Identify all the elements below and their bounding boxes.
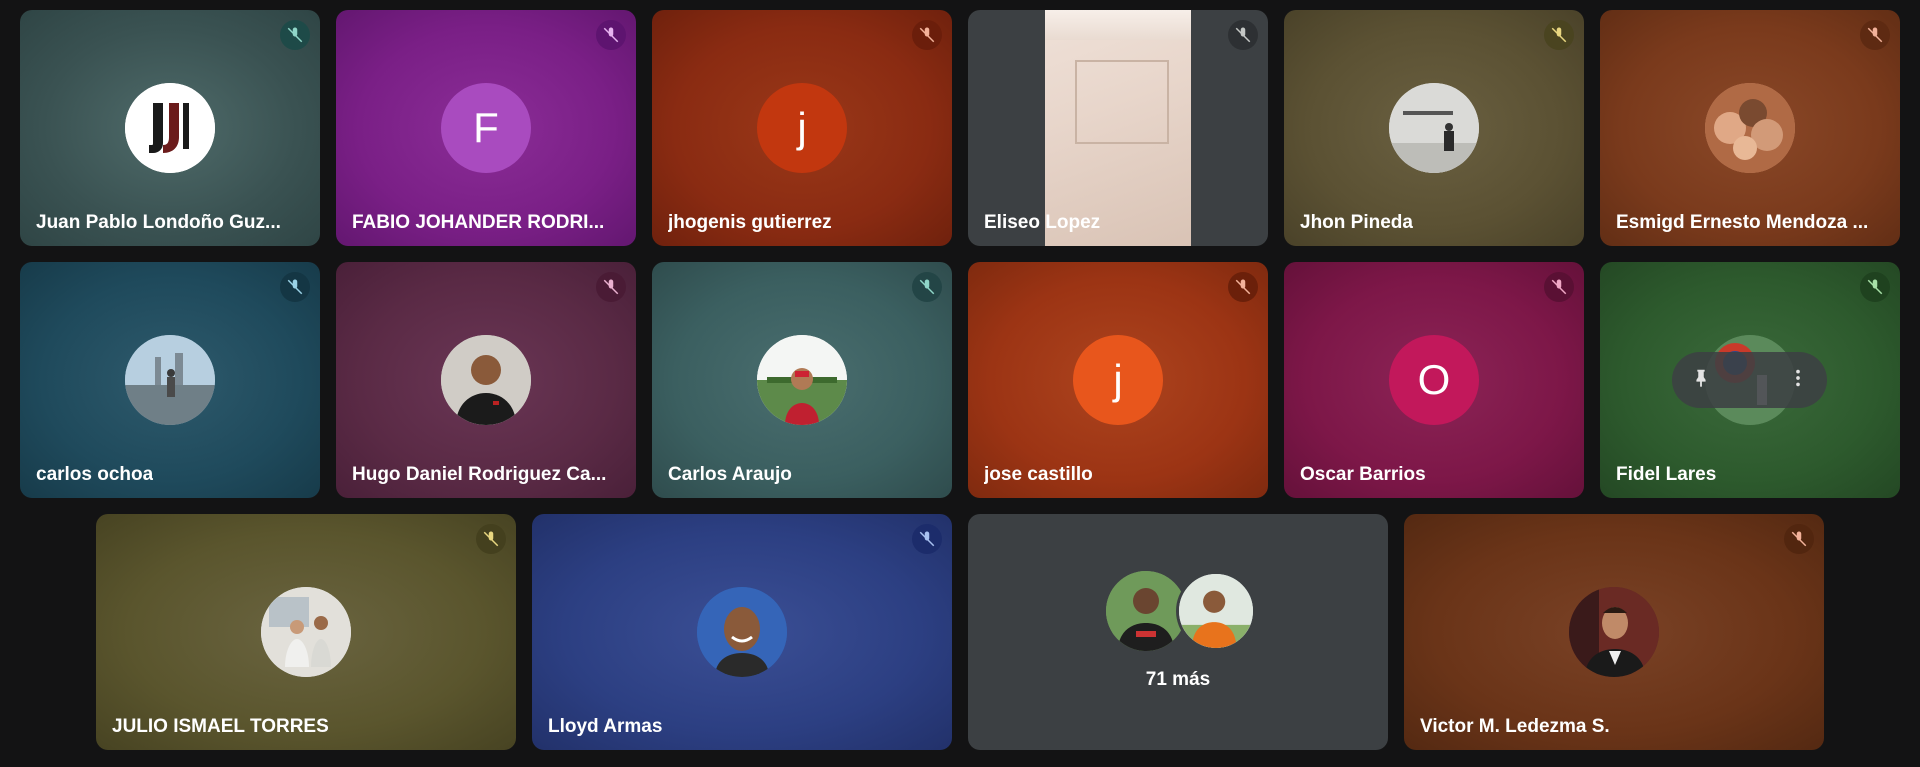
participant-tile[interactable]: Carlos Araujo — [652, 262, 952, 498]
video-feed-detail — [1045, 10, 1191, 40]
avatar — [261, 587, 351, 677]
participant-name: FABIO JOHANDER RODRI... — [352, 212, 605, 233]
avatar — [125, 335, 215, 425]
participant-name: Oscar Barrios — [1300, 464, 1426, 485]
participant-name: carlos ochoa — [36, 464, 154, 485]
avatar — [1106, 571, 1186, 651]
avatar: F — [441, 83, 531, 173]
participant-tile[interactable]: Esmigd Ernesto Mendoza ... — [1600, 10, 1900, 246]
participant-tile[interactable]: Lloyd Armas — [532, 514, 952, 750]
participant-tile[interactable]: Hugo Daniel Rodriguez Ca... — [336, 262, 636, 498]
participant-name: jhogenis gutierrez — [668, 212, 832, 233]
mic-off-icon — [912, 272, 942, 302]
participant-name: Eliseo Lopez — [984, 212, 1101, 233]
avatar — [1569, 587, 1659, 677]
participant-tile[interactable]: Victor M. Ledezma S. — [1404, 514, 1824, 750]
participant-name: Hugo Daniel Rodriguez Ca... — [352, 464, 607, 485]
participant-name: Juan Pablo Londoño Guz... — [36, 212, 281, 233]
mic-off-icon — [596, 20, 626, 50]
avatar — [1705, 83, 1795, 173]
avatar — [757, 335, 847, 425]
participant-tile[interactable]: JULIO ISMAEL TORRES — [96, 514, 516, 750]
mic-off-icon — [1228, 20, 1258, 50]
participant-tile[interactable]: j jose castillo — [968, 262, 1268, 498]
participant-name: Esmigd Ernesto Mendoza ... — [1616, 212, 1869, 233]
mic-off-icon — [596, 272, 626, 302]
participant-name: jose castillo — [984, 464, 1093, 485]
participant-tile[interactable]: carlos ochoa — [20, 262, 320, 498]
mic-off-icon — [1860, 20, 1890, 50]
participant-tile[interactable]: F FABIO JOHANDER RODRI... — [336, 10, 636, 246]
video-feed-detail — [1075, 60, 1169, 144]
participant-tile[interactable]: Eliseo Lopez — [968, 10, 1268, 246]
mic-off-icon — [1860, 272, 1890, 302]
others-tile[interactable]: 71 más — [968, 514, 1388, 750]
participant-name: Fidel Lares — [1616, 464, 1717, 485]
participant-tile[interactable]: Jhon Pineda — [1284, 10, 1584, 246]
participant-tile[interactable]: O Oscar Barrios — [1284, 262, 1584, 498]
mic-off-icon — [280, 20, 310, 50]
avatar — [441, 335, 531, 425]
more-vert-icon[interactable] — [1787, 367, 1809, 394]
participant-name: Victor M. Ledezma S. — [1420, 716, 1610, 737]
participant-tile[interactable]: j jhogenis gutierrez — [652, 10, 952, 246]
participant-name: Jhon Pineda — [1300, 212, 1413, 233]
pin-icon[interactable] — [1690, 367, 1712, 394]
mic-off-icon — [1544, 272, 1574, 302]
mic-off-icon — [1784, 524, 1814, 554]
avatar — [1176, 571, 1256, 651]
avatar: j — [757, 83, 847, 173]
avatar: O — [1389, 335, 1479, 425]
mic-off-icon — [912, 20, 942, 50]
mic-off-icon — [476, 524, 506, 554]
avatar — [697, 587, 787, 677]
participant-tile[interactable]: Juan Pablo Londoño Guz... — [20, 10, 320, 246]
mic-off-icon — [1544, 20, 1574, 50]
participant-name: JULIO ISMAEL TORRES — [112, 716, 329, 737]
participant-tile[interactable]: Fidel Lares — [1600, 262, 1900, 498]
mic-off-icon — [280, 272, 310, 302]
tile-hover-controls — [1672, 352, 1827, 408]
avatar: j — [1073, 335, 1163, 425]
avatar — [125, 83, 215, 173]
video-feed — [1045, 10, 1191, 246]
participant-name: Carlos Araujo — [668, 464, 792, 485]
mic-off-icon — [912, 524, 942, 554]
mic-off-icon — [1228, 272, 1258, 302]
participant-name: Lloyd Armas — [548, 716, 663, 737]
others-count: 71 más — [1145, 669, 1211, 690]
avatar — [1389, 83, 1479, 173]
